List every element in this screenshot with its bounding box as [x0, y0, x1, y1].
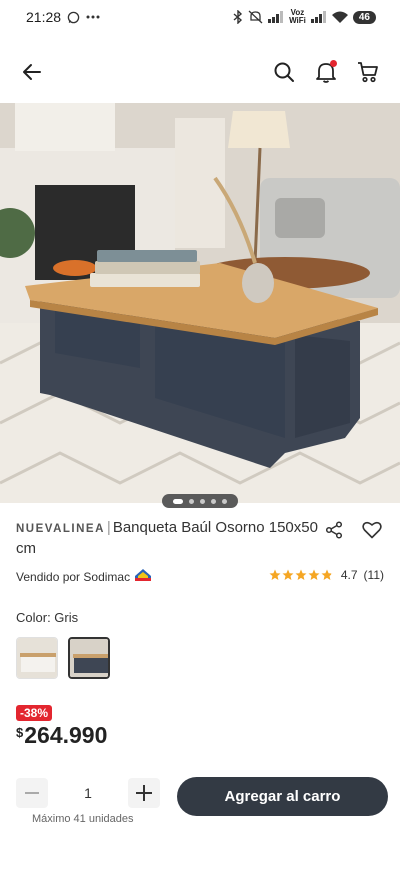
color-swatch-white[interactable] [16, 637, 58, 679]
decrease-quantity-button[interactable] [16, 778, 48, 808]
wifi-icon [331, 11, 348, 23]
max-units-note: Máximo 41 unidades [32, 813, 134, 825]
battery-indicator: 46 [352, 10, 376, 24]
discount-badge: -38% [16, 705, 53, 721]
title-separator: | [106, 519, 111, 536]
notifications-bell-icon[interactable] [314, 60, 338, 84]
quantity-stepper: 1 [16, 778, 160, 808]
title-actions [322, 518, 384, 542]
review-count: (11) [363, 568, 384, 582]
color-swatches [16, 637, 110, 679]
carousel-dot[interactable] [189, 498, 194, 504]
cart-icon[interactable] [356, 60, 380, 84]
status-bar: 21:28 Voz WiFi 46 [0, 0, 400, 34]
clock: 21:28 [26, 9, 62, 25]
signal-icon-2 [310, 11, 327, 23]
add-to-cart-button[interactable]: Agregar al carro [177, 777, 388, 816]
product-title: NUEVALINEA | Banqueta Baúl Osorno 150x50 c… [16, 518, 326, 559]
favorite-heart-icon[interactable] [360, 518, 384, 542]
whatsapp-icon [67, 11, 80, 24]
top-nav [0, 50, 400, 94]
bluetooth-icon [233, 10, 243, 24]
increase-quantity-button[interactable] [128, 778, 160, 808]
sodimac-logo-icon [134, 568, 152, 585]
notification-dot [330, 60, 337, 67]
volte-indicator: Voz WiFi [289, 8, 306, 25]
carousel-dot[interactable] [222, 498, 227, 504]
product-rating[interactable]: 4.7 (11) [269, 568, 384, 582]
product-image[interactable] [0, 103, 400, 503]
color-label: Color: Gris [16, 610, 79, 625]
mute-icon [248, 10, 263, 24]
carousel-dot[interactable] [200, 498, 205, 504]
rating-value: 4.7 [340, 568, 358, 582]
back-arrow-icon[interactable] [20, 60, 44, 84]
rating-stars [269, 569, 335, 581]
price-value: 264.990 [24, 722, 108, 748]
seller-info: Vendido por Sodimac [16, 568, 152, 585]
product-price: $ 264.990 [16, 722, 107, 749]
carousel-indicator[interactable] [162, 494, 238, 508]
search-icon[interactable] [272, 60, 296, 84]
carousel-dot[interactable] [211, 498, 216, 504]
more-notifications-icon [86, 15, 100, 19]
color-swatch-gray[interactable] [68, 637, 110, 679]
quantity-value[interactable]: 1 [48, 785, 128, 801]
signal-icon [268, 11, 284, 23]
brand-name[interactable]: NUEVALINEA [16, 523, 105, 535]
carousel-dot[interactable] [173, 498, 183, 504]
currency-symbol: $ [16, 725, 24, 740]
seller-label: Vendido por Sodimac [16, 569, 131, 584]
share-icon[interactable] [322, 518, 346, 542]
